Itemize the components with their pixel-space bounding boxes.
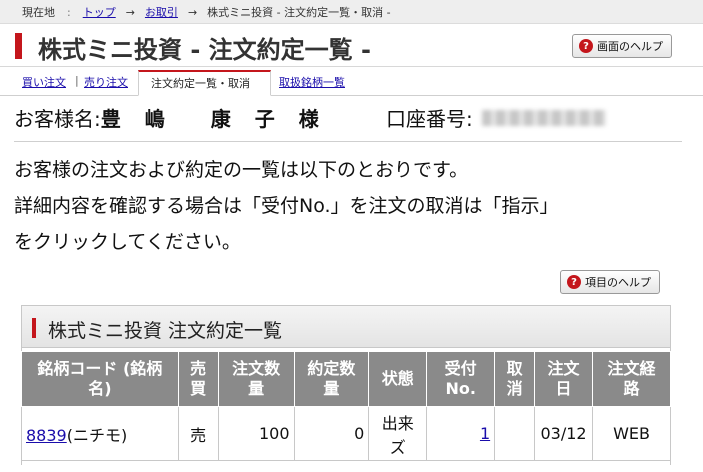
account-number-label: 口座番号: — [386, 107, 473, 131]
panel-accent-bar — [32, 318, 36, 338]
cell-side: 売 — [177, 406, 219, 461]
customer-name: 豊 嶋 康 子 様 — [100, 107, 321, 131]
cell-cancel — [494, 406, 536, 461]
breadcrumb-arrow-icon: → — [125, 6, 135, 19]
stock-name: (ニチモ) — [66, 425, 128, 445]
item-help-label: 項目のヘルプ — [585, 276, 651, 289]
col-header-receipt-no: 受付 No. — [426, 351, 496, 407]
help-icon: ? — [567, 275, 581, 289]
breadcrumb-current-label: 現在地 — [22, 6, 55, 19]
breadcrumb-page: 株式ミニ投資 - 注文約定一覧・取消 - — [207, 6, 391, 19]
customer-info: お客様名:豊 嶋 康 子 様 — [14, 103, 321, 132]
tab-buy-order[interactable]: 買い注文 — [22, 74, 66, 90]
tab-order-list[interactable]: 注文約定一覧・取消 — [138, 70, 271, 96]
breadcrumb: 現在地: トップ → お取引 → 株式ミニ投資 - 注文約定一覧・取消 - — [0, 0, 703, 24]
col-header-status: 状態 — [368, 351, 428, 407]
table-row: 8839(ニチモ) 売 100 0 出来ズ 1 03/12 WEB — [21, 406, 671, 461]
screen-help-label: 画面のヘルプ — [597, 40, 663, 53]
col-header-filled-qty: 約定数量 — [293, 351, 370, 407]
col-header-order-qty: 注文数量 — [217, 351, 295, 407]
divider — [14, 141, 682, 142]
cell-status: 出来ズ — [368, 406, 428, 461]
order-table: 銘柄コード (銘柄 名) 売買 注文数量 約定数量 状態 受付 No. 取消 注文日… — [21, 351, 671, 461]
description-line-2: 詳細内容を確認する場合は「受付No.」を注文の取消は「指示」 — [14, 195, 559, 217]
col-header-order-route: 注文経路 — [592, 351, 671, 407]
tab-stock-list[interactable]: 取扱銘柄一覧 — [279, 74, 345, 90]
title-accent-bar — [15, 33, 22, 59]
panel-title: 株式ミニ投資 注文約定一覧 — [48, 320, 283, 342]
account-number-redacted — [482, 110, 606, 126]
breadcrumb-separator: : — [67, 6, 71, 19]
panel-header: 株式ミニ投資 注文約定一覧 — [22, 306, 670, 348]
stock-code-link[interactable]: 8839 — [26, 426, 67, 445]
tab-separator: | — [75, 74, 79, 87]
col-header-stock-code: 銘柄コード (銘柄 名) — [21, 351, 179, 407]
table-header-row: 銘柄コード (銘柄 名) 売買 注文数量 約定数量 状態 受付 No. 取消 注文日… — [21, 351, 671, 407]
cell-stock: 8839(ニチモ) — [21, 406, 179, 461]
item-help-button[interactable]: ? 項目のヘルプ — [560, 270, 660, 294]
customer-name-label: お客様名: — [14, 107, 101, 131]
page-title: 株式ミニ投資 - 注文約定一覧 - — [38, 36, 371, 64]
tab-bar: 買い注文 | 売り注文 注文約定一覧・取消 取扱銘柄一覧 — [0, 70, 703, 96]
breadcrumb-link-top[interactable]: トップ — [83, 6, 116, 19]
tab-sell-order[interactable]: 売り注文 — [84, 74, 128, 90]
breadcrumb-arrow-icon: → — [187, 6, 198, 19]
receipt-no-link[interactable]: 1 — [480, 424, 490, 443]
description-line-1: お客様の注文および約定の一覧は以下のとおりです。 — [14, 159, 469, 181]
description-line-3: をクリックしてください。 — [14, 231, 241, 253]
screen-help-button[interactable]: ? 画面のヘルプ — [572, 34, 672, 58]
cell-order-date: 03/12 — [534, 406, 594, 461]
cell-order-qty: 100 — [217, 406, 295, 461]
cell-filled-qty: 0 — [293, 406, 370, 461]
col-header-cancel: 取消 — [494, 351, 536, 407]
col-header-side: 売買 — [177, 351, 219, 407]
breadcrumb-link-trade[interactable]: お取引 — [145, 6, 178, 19]
help-icon: ? — [579, 39, 593, 53]
cell-receipt-no: 1 — [426, 406, 496, 461]
cell-order-route: WEB — [592, 406, 671, 461]
col-header-order-date: 注文日 — [534, 351, 594, 407]
